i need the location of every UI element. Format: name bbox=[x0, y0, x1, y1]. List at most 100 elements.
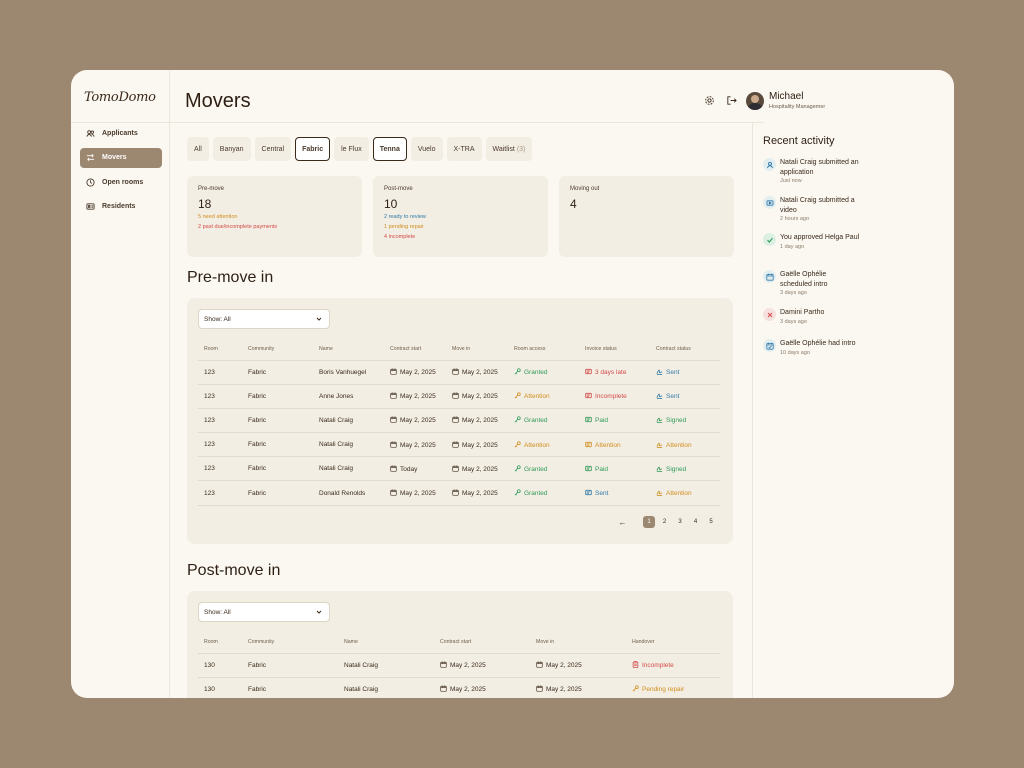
stat-label: Post-move bbox=[384, 186, 413, 192]
contract-status-cell[interactable]: Signed bbox=[650, 456, 720, 482]
column-header[interactable]: Invoice status bbox=[579, 338, 650, 361]
filter-chip-vuelo[interactable]: Vuelo bbox=[410, 137, 443, 161]
invoice-status-cell[interactable]: 3 days late bbox=[579, 360, 650, 385]
filter-chip-all[interactable]: All bbox=[187, 137, 209, 161]
room-access-cell[interactable]: Granted bbox=[508, 480, 579, 506]
page-button-3[interactable]: 3 bbox=[674, 516, 686, 528]
invoice-status-cell[interactable]: Paid bbox=[579, 456, 650, 482]
activity-text: Gaëlle Ophélie scheduled intro bbox=[780, 271, 828, 288]
column-header[interactable]: Room bbox=[198, 338, 242, 361]
invoice-status-cell[interactable]: Paid bbox=[579, 408, 650, 434]
room-cell: 123 bbox=[198, 432, 242, 458]
status-text: Attention bbox=[666, 490, 692, 498]
key-icon bbox=[514, 392, 521, 399]
sidebar-item-label: Applicants bbox=[102, 129, 138, 137]
activity-item[interactable]: Damini Partho 3 days ago bbox=[763, 308, 948, 325]
room-access-cell[interactable]: Granted bbox=[508, 360, 579, 385]
filter-chip-x-tra[interactable]: X-TRA bbox=[446, 137, 482, 161]
column-header[interactable]: Handover bbox=[626, 631, 720, 654]
activity-item[interactable]: Natali Craig submitted a video 2 hours ag… bbox=[763, 196, 948, 222]
column-header[interactable]: Move in bbox=[530, 631, 626, 654]
sidebar-item-residents[interactable]: Residents bbox=[80, 197, 162, 217]
stat-card-post-move[interactable]: Post-move 10 2 ready to review 1 pending… bbox=[373, 176, 548, 257]
room-access-cell[interactable]: Granted bbox=[508, 456, 579, 482]
page-button-5[interactable]: 5 bbox=[705, 516, 717, 528]
page-button-4[interactable]: 4 bbox=[690, 516, 702, 528]
stat-card-moving-out[interactable]: Moving out 4 bbox=[559, 176, 734, 257]
page-button-1[interactable]: 1 bbox=[643, 516, 655, 528]
filter-chip-le-flux[interactable]: le Flux bbox=[334, 137, 369, 161]
sign-icon bbox=[656, 441, 663, 448]
activity-item[interactable]: Natali Craig submitted an application Jus… bbox=[763, 158, 948, 184]
filter-chip-banyan[interactable]: Banyan bbox=[212, 137, 251, 161]
filter-chip-fabric[interactable]: Fabric bbox=[295, 137, 331, 161]
contract-status-cell[interactable]: Sent bbox=[650, 384, 720, 409]
contract-status-cell[interactable]: Sent bbox=[650, 360, 720, 385]
invoice-icon bbox=[585, 416, 592, 423]
column-header[interactable]: Contract start bbox=[384, 338, 446, 361]
handover-cell[interactable]: Pending repair bbox=[626, 677, 720, 698]
date-text: Today bbox=[400, 465, 418, 473]
column-header[interactable]: Room bbox=[198, 631, 242, 654]
stat-note: 2 ready to review bbox=[384, 214, 426, 220]
prev-page-button[interactable]: ← bbox=[616, 516, 630, 528]
name-cell: Natali Craig bbox=[313, 456, 384, 482]
filter-chip-tenna[interactable]: Tenna bbox=[372, 137, 407, 161]
column-header[interactable]: Room access bbox=[508, 338, 579, 361]
column-header[interactable]: Name bbox=[338, 631, 434, 654]
room-access-cell[interactable]: Attention bbox=[508, 384, 579, 409]
invoice-status-cell[interactable]: Incomplete bbox=[579, 384, 650, 409]
contract-status-cell[interactable]: Signed bbox=[650, 408, 720, 434]
column-header[interactable]: Community bbox=[242, 338, 313, 361]
handover-cell[interactable]: Incomplete bbox=[626, 653, 720, 678]
column-header[interactable]: Contract start bbox=[434, 631, 530, 654]
section-title-post-move-in: Post-move in bbox=[187, 562, 281, 579]
column-header[interactable]: Community bbox=[242, 631, 338, 654]
activity-text: Gaëlle Ophélie had intro bbox=[780, 340, 856, 347]
column-header[interactable]: Contract status bbox=[650, 338, 720, 361]
avatar[interactable] bbox=[746, 91, 764, 110]
table-row[interactable]: 123 Fabric Anne Jones May 2, 2025 May 2, 202… bbox=[198, 384, 720, 409]
date-text: May 2, 2025 bbox=[462, 465, 498, 473]
column-header[interactable]: Move in bbox=[446, 338, 508, 361]
activity-item[interactable]: Gaëlle Ophélie scheduled intro 3 days ago bbox=[763, 270, 948, 296]
sidebar-item-applicants[interactable]: Applicants bbox=[80, 123, 162, 143]
activity-body: You approved Helga Paul 1 day ago bbox=[780, 233, 860, 250]
settings-button[interactable] bbox=[702, 94, 716, 108]
table-row[interactable]: 123 Fabric Boris Vanhuegel May 2, 2025 May 2… bbox=[198, 360, 720, 385]
calendar-icon bbox=[452, 416, 459, 424]
invoice-status-cell[interactable]: Sent bbox=[579, 480, 650, 506]
activity-title: Recent activity bbox=[763, 135, 835, 147]
page-button-2[interactable]: 2 bbox=[659, 516, 671, 528]
name-cell: Natali Craig bbox=[313, 432, 384, 458]
show-filter-select[interactable]: Show: All bbox=[198, 309, 330, 329]
stat-card-pre-move[interactable]: Pre-move 18 5 need attention 2 past due/… bbox=[187, 176, 362, 257]
room-access-cell[interactable]: Granted bbox=[508, 408, 579, 434]
date-text: May 2, 2025 bbox=[400, 417, 436, 425]
table-row[interactable]: 130 Fabric Natali Craig May 2, 2025 May 2, 2… bbox=[198, 677, 720, 698]
show-filter-select[interactable]: Show: All bbox=[198, 602, 330, 622]
sign-icon bbox=[656, 416, 663, 424]
table-row[interactable]: 123 Fabric Natali Craig May 2, 2025 May 2, 2… bbox=[198, 432, 720, 458]
activity-time: 1 day ago bbox=[780, 243, 805, 250]
column-header[interactable]: Name bbox=[313, 338, 384, 361]
user-info[interactable]: Michael Hospitality Managemer bbox=[769, 91, 825, 110]
table-row[interactable]: 130 Fabric Natali Craig May 2, 2025 May 2, 2… bbox=[198, 653, 720, 678]
user-icon bbox=[763, 158, 776, 171]
table-row[interactable]: 123 Fabric Natali Craig May 2, 2025 May 2, 2… bbox=[198, 408, 720, 434]
activity-item[interactable]: Gaëlle Ophélie had intro 10 days ago bbox=[763, 339, 948, 356]
filter-chip-waitlist[interactable]: Waitlist (3) bbox=[485, 137, 533, 161]
sidebar-item-movers[interactable]: Movers bbox=[80, 147, 162, 168]
activity-item[interactable]: You approved Helga Paul 1 day ago bbox=[763, 233, 948, 250]
sign-icon bbox=[656, 392, 663, 400]
contract-status-cell[interactable]: Attention bbox=[650, 480, 720, 506]
invoice-status-cell[interactable]: Attention bbox=[579, 432, 650, 458]
room-access-cell[interactable]: Attention bbox=[508, 432, 579, 458]
key-icon bbox=[632, 685, 639, 692]
filter-chip-central[interactable]: Central bbox=[254, 137, 292, 161]
table-row[interactable]: 123 Fabric Natali Craig Today May 2, 2025 Gra… bbox=[198, 456, 720, 482]
contract-status-cell[interactable]: Attention bbox=[650, 432, 720, 458]
table-row[interactable]: 123 Fabric Donald Renolds May 2, 2025 May 2,… bbox=[198, 480, 720, 506]
sidebar-item-open-rooms[interactable]: Open rooms bbox=[80, 172, 162, 192]
logout-button[interactable] bbox=[724, 94, 738, 108]
